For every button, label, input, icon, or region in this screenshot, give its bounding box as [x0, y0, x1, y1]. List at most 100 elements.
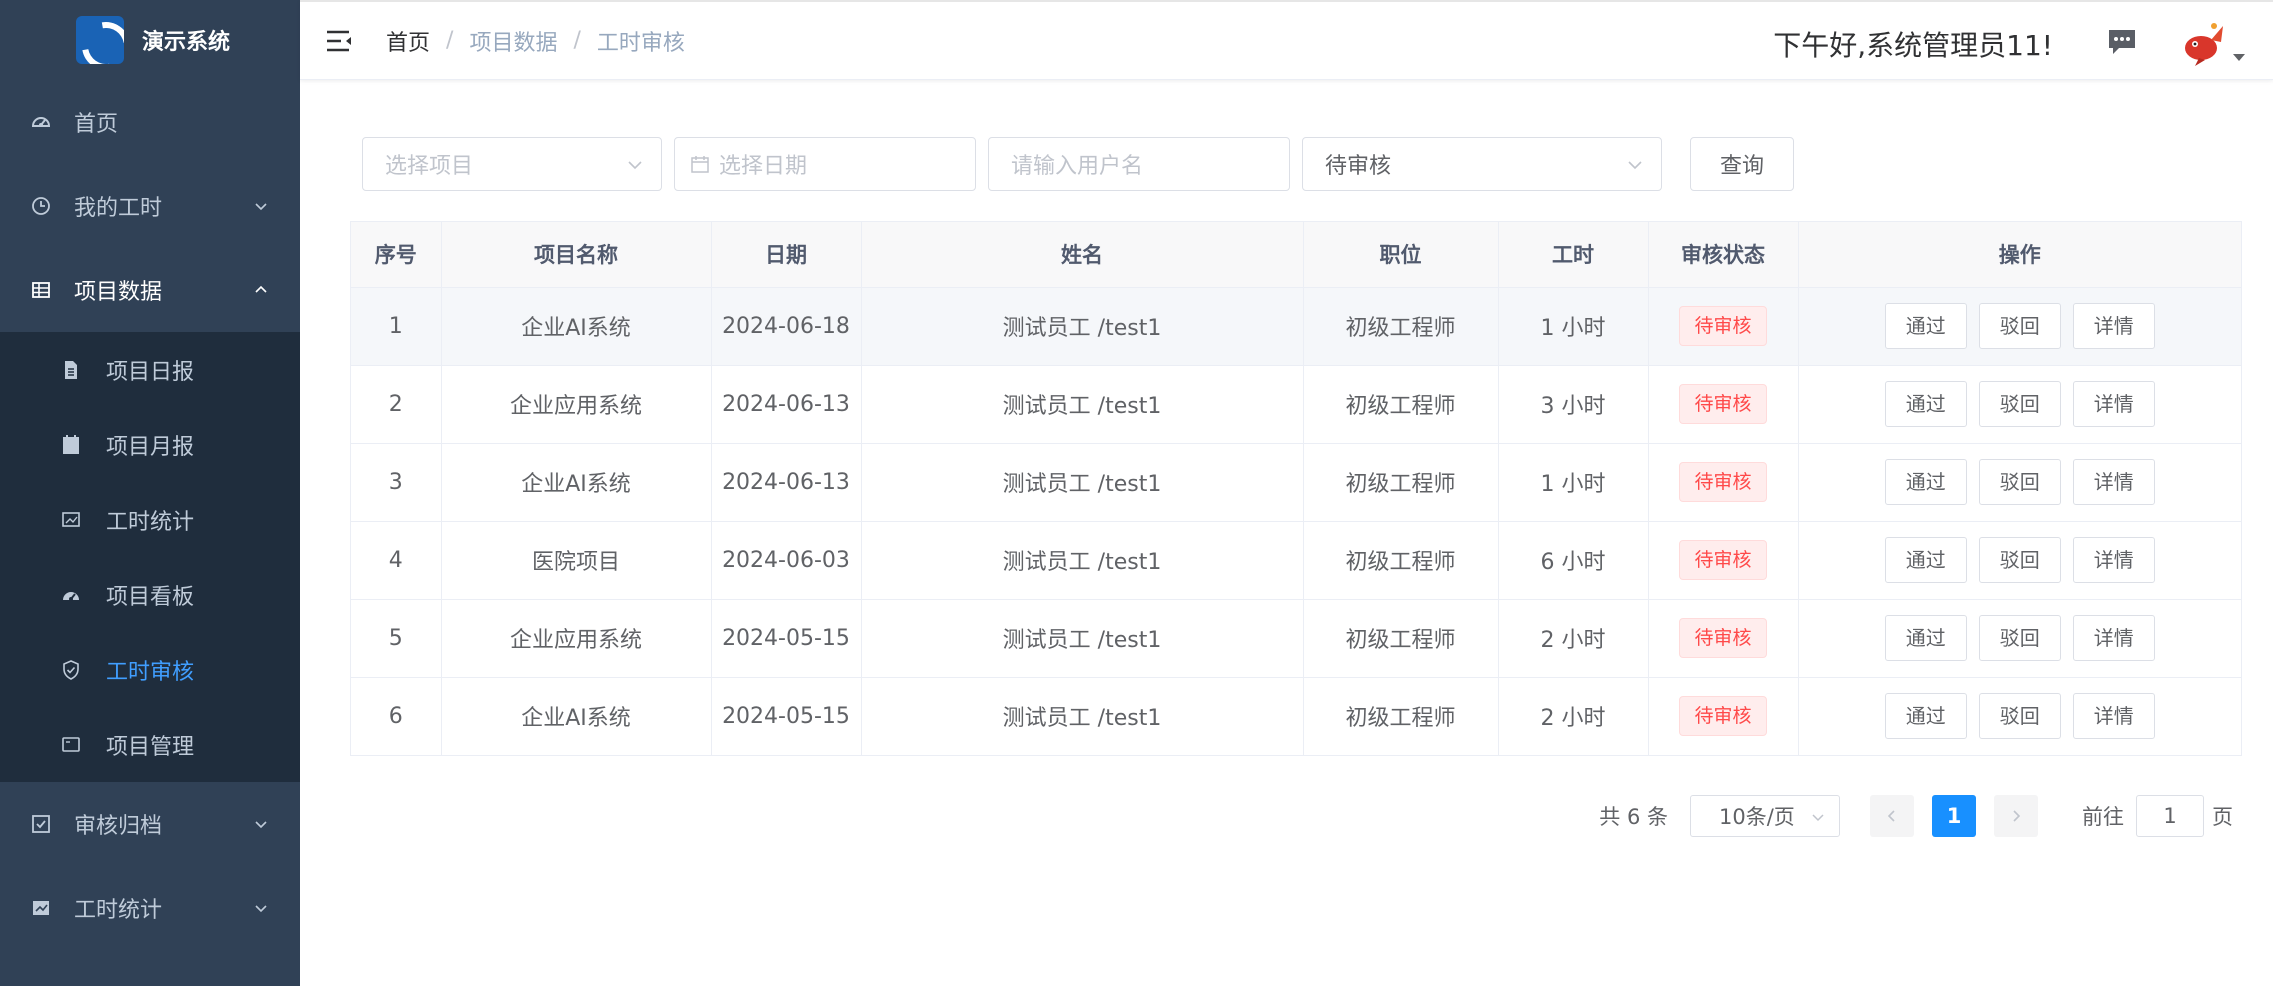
sidebar-item-label: 项目数据 [74, 280, 163, 305]
caret-down-icon[interactable] [2233, 54, 2245, 61]
sidebar-item-label: 项目月报 [106, 434, 195, 460]
breadcrumb: 首页 / 项目数据 / 工时审核 [386, 25, 685, 57]
table-row: 5 企业应用系统 2024-05-15 测试员工 /test1 初级工程师 2 … [351, 599, 2241, 678]
cell-position: 初级工程师 [1303, 443, 1499, 522]
dashboard-icon [30, 111, 52, 133]
approve-button[interactable]: 通过 [1884, 381, 1967, 427]
sidebar-item-project-management[interactable]: 项目管理 [0, 707, 300, 782]
chevron-up-icon [255, 285, 267, 293]
sidebar-item-monthly-report[interactable]: 项目月报 [0, 407, 300, 482]
cell-project: 企业AI系统 [441, 677, 712, 755]
details-button[interactable]: 详情 [2072, 537, 2155, 583]
cell-status: 待审核 [1648, 365, 1799, 444]
sidebar-item-hours-stats[interactable]: 工时统计 [0, 482, 300, 557]
cell-hours: 3 小时 [1498, 365, 1649, 444]
message-icon[interactable] [2107, 28, 2137, 56]
status-badge: 待审核 [1679, 618, 1767, 658]
project-select[interactable]: 选择项目 [362, 137, 662, 191]
reject-button[interactable]: 驳回 [1978, 459, 2061, 505]
status-badge: 待审核 [1679, 540, 1767, 580]
calendar-icon [60, 434, 82, 456]
approve-button[interactable]: 通过 [1884, 459, 1967, 505]
details-button[interactable]: 详情 [2072, 381, 2155, 427]
chevron-down-icon [1812, 814, 1824, 822]
column-header-date: 日期 [711, 222, 862, 288]
approve-button[interactable]: 通过 [1884, 303, 1967, 349]
approve-button[interactable]: 通过 [1884, 615, 1967, 661]
project-select-placeholder: 选择项目 [385, 154, 474, 179]
prev-page-button[interactable] [1870, 795, 1914, 837]
cell-date: 2024-06-18 [711, 287, 862, 366]
cell-project: 企业应用系统 [441, 365, 712, 444]
document-icon [60, 359, 82, 381]
details-button[interactable]: 详情 [2072, 693, 2155, 740]
cell-index: 3 [351, 443, 442, 522]
date-picker-placeholder: 选择日期 [719, 154, 808, 179]
hamburger-icon[interactable] [326, 29, 352, 53]
date-picker[interactable]: 选择日期 [674, 137, 976, 191]
greeting-text: 下午好,系统管理员11! [1773, 29, 2053, 62]
next-page-button[interactable] [1994, 795, 2038, 837]
reject-button[interactable]: 驳回 [1978, 381, 2061, 427]
cell-date: 2024-05-15 [711, 599, 862, 678]
query-button[interactable]: 查询 [1690, 137, 1794, 191]
cell-actions: 通过 驳回 详情 [1798, 599, 2241, 678]
status-select-value: 待审核 [1325, 154, 1392, 179]
approve-button[interactable]: 通过 [1884, 537, 1967, 583]
reject-button[interactable]: 驳回 [1978, 303, 2061, 349]
reject-button[interactable]: 驳回 [1978, 537, 2061, 583]
column-header-status: 审核状态 [1648, 222, 1799, 288]
chevron-down-icon [255, 905, 267, 913]
page-size-select[interactable]: 10条/页 [1690, 795, 1840, 837]
sidebar-item-project-data[interactable]: 项目数据 [0, 248, 300, 332]
sidebar-item-hours-review[interactable]: 工时审核 [0, 632, 300, 707]
sidebar-item-daily-report[interactable]: 项目日报 [0, 332, 300, 407]
cell-date: 2024-06-13 [711, 365, 862, 444]
cell-index: 6 [351, 677, 442, 755]
logo[interactable]: 演示系统 [0, 0, 300, 80]
status-badge: 待审核 [1679, 696, 1767, 737]
status-select[interactable]: 待审核 [1302, 137, 1662, 191]
sidebar-item-review-archive[interactable]: 审核归档 [0, 782, 300, 866]
username-input[interactable]: 请输入用户名 [988, 137, 1290, 191]
checkbox-icon [30, 813, 52, 835]
dashboard-icon [60, 584, 82, 606]
sidebar-item-label: 我的工时 [74, 196, 163, 221]
status-badge: 待审核 [1679, 462, 1767, 502]
reject-button[interactable]: 驳回 [1978, 693, 2061, 740]
app-title: 演示系统 [142, 30, 231, 55]
cell-hours: 2 小时 [1498, 599, 1649, 678]
pagination: 共 6 条 10条/页 1 前往 1 页 [1599, 795, 2233, 837]
details-button[interactable]: 详情 [2072, 303, 2155, 349]
sidebar-item-hours-statistics[interactable]: 工时统计 [0, 866, 300, 950]
cell-project: 企业AI系统 [441, 443, 712, 522]
chart-icon [60, 509, 82, 531]
sidebar-item-label: 项目日报 [106, 359, 195, 385]
cell-actions: 通过 驳回 详情 [1798, 287, 2241, 366]
status-badge: 待审核 [1679, 384, 1767, 424]
sidebar-item-label: 工时统计 [106, 509, 195, 535]
avatar[interactable] [2181, 20, 2227, 66]
sidebar-item-project-board[interactable]: 项目看板 [0, 557, 300, 632]
sidebar-item-label: 首页 [74, 112, 119, 137]
goto-page-input[interactable]: 1 [2136, 795, 2204, 837]
sidebar-item-label: 工时统计 [74, 898, 163, 923]
details-button[interactable]: 详情 [2072, 459, 2155, 505]
breadcrumb-home[interactable]: 首页 [386, 25, 430, 57]
cell-name: 测试员工 /test1 [861, 677, 1304, 755]
cell-status: 待审核 [1648, 677, 1799, 755]
cell-hours: 1 小时 [1498, 443, 1649, 522]
chevron-down-icon [1628, 161, 1642, 170]
details-button[interactable]: 详情 [2072, 615, 2155, 661]
column-header-name: 姓名 [861, 222, 1304, 288]
navbar: 首页 / 项目数据 / 工时审核 下午好,系统管理员11! [300, 0, 2273, 80]
reject-button[interactable]: 驳回 [1978, 615, 2061, 661]
sidebar-item-my-hours[interactable]: 我的工时 [0, 164, 300, 248]
sidebar-item-home[interactable]: 首页 [0, 80, 300, 164]
approve-button[interactable]: 通过 [1884, 693, 1967, 740]
sidebar-item-label: 项目看板 [106, 584, 195, 610]
column-header-actions: 操作 [1798, 222, 2241, 288]
cell-position: 初级工程师 [1303, 599, 1499, 678]
page-number-current[interactable]: 1 [1932, 795, 1976, 837]
cell-status: 待审核 [1648, 599, 1799, 678]
